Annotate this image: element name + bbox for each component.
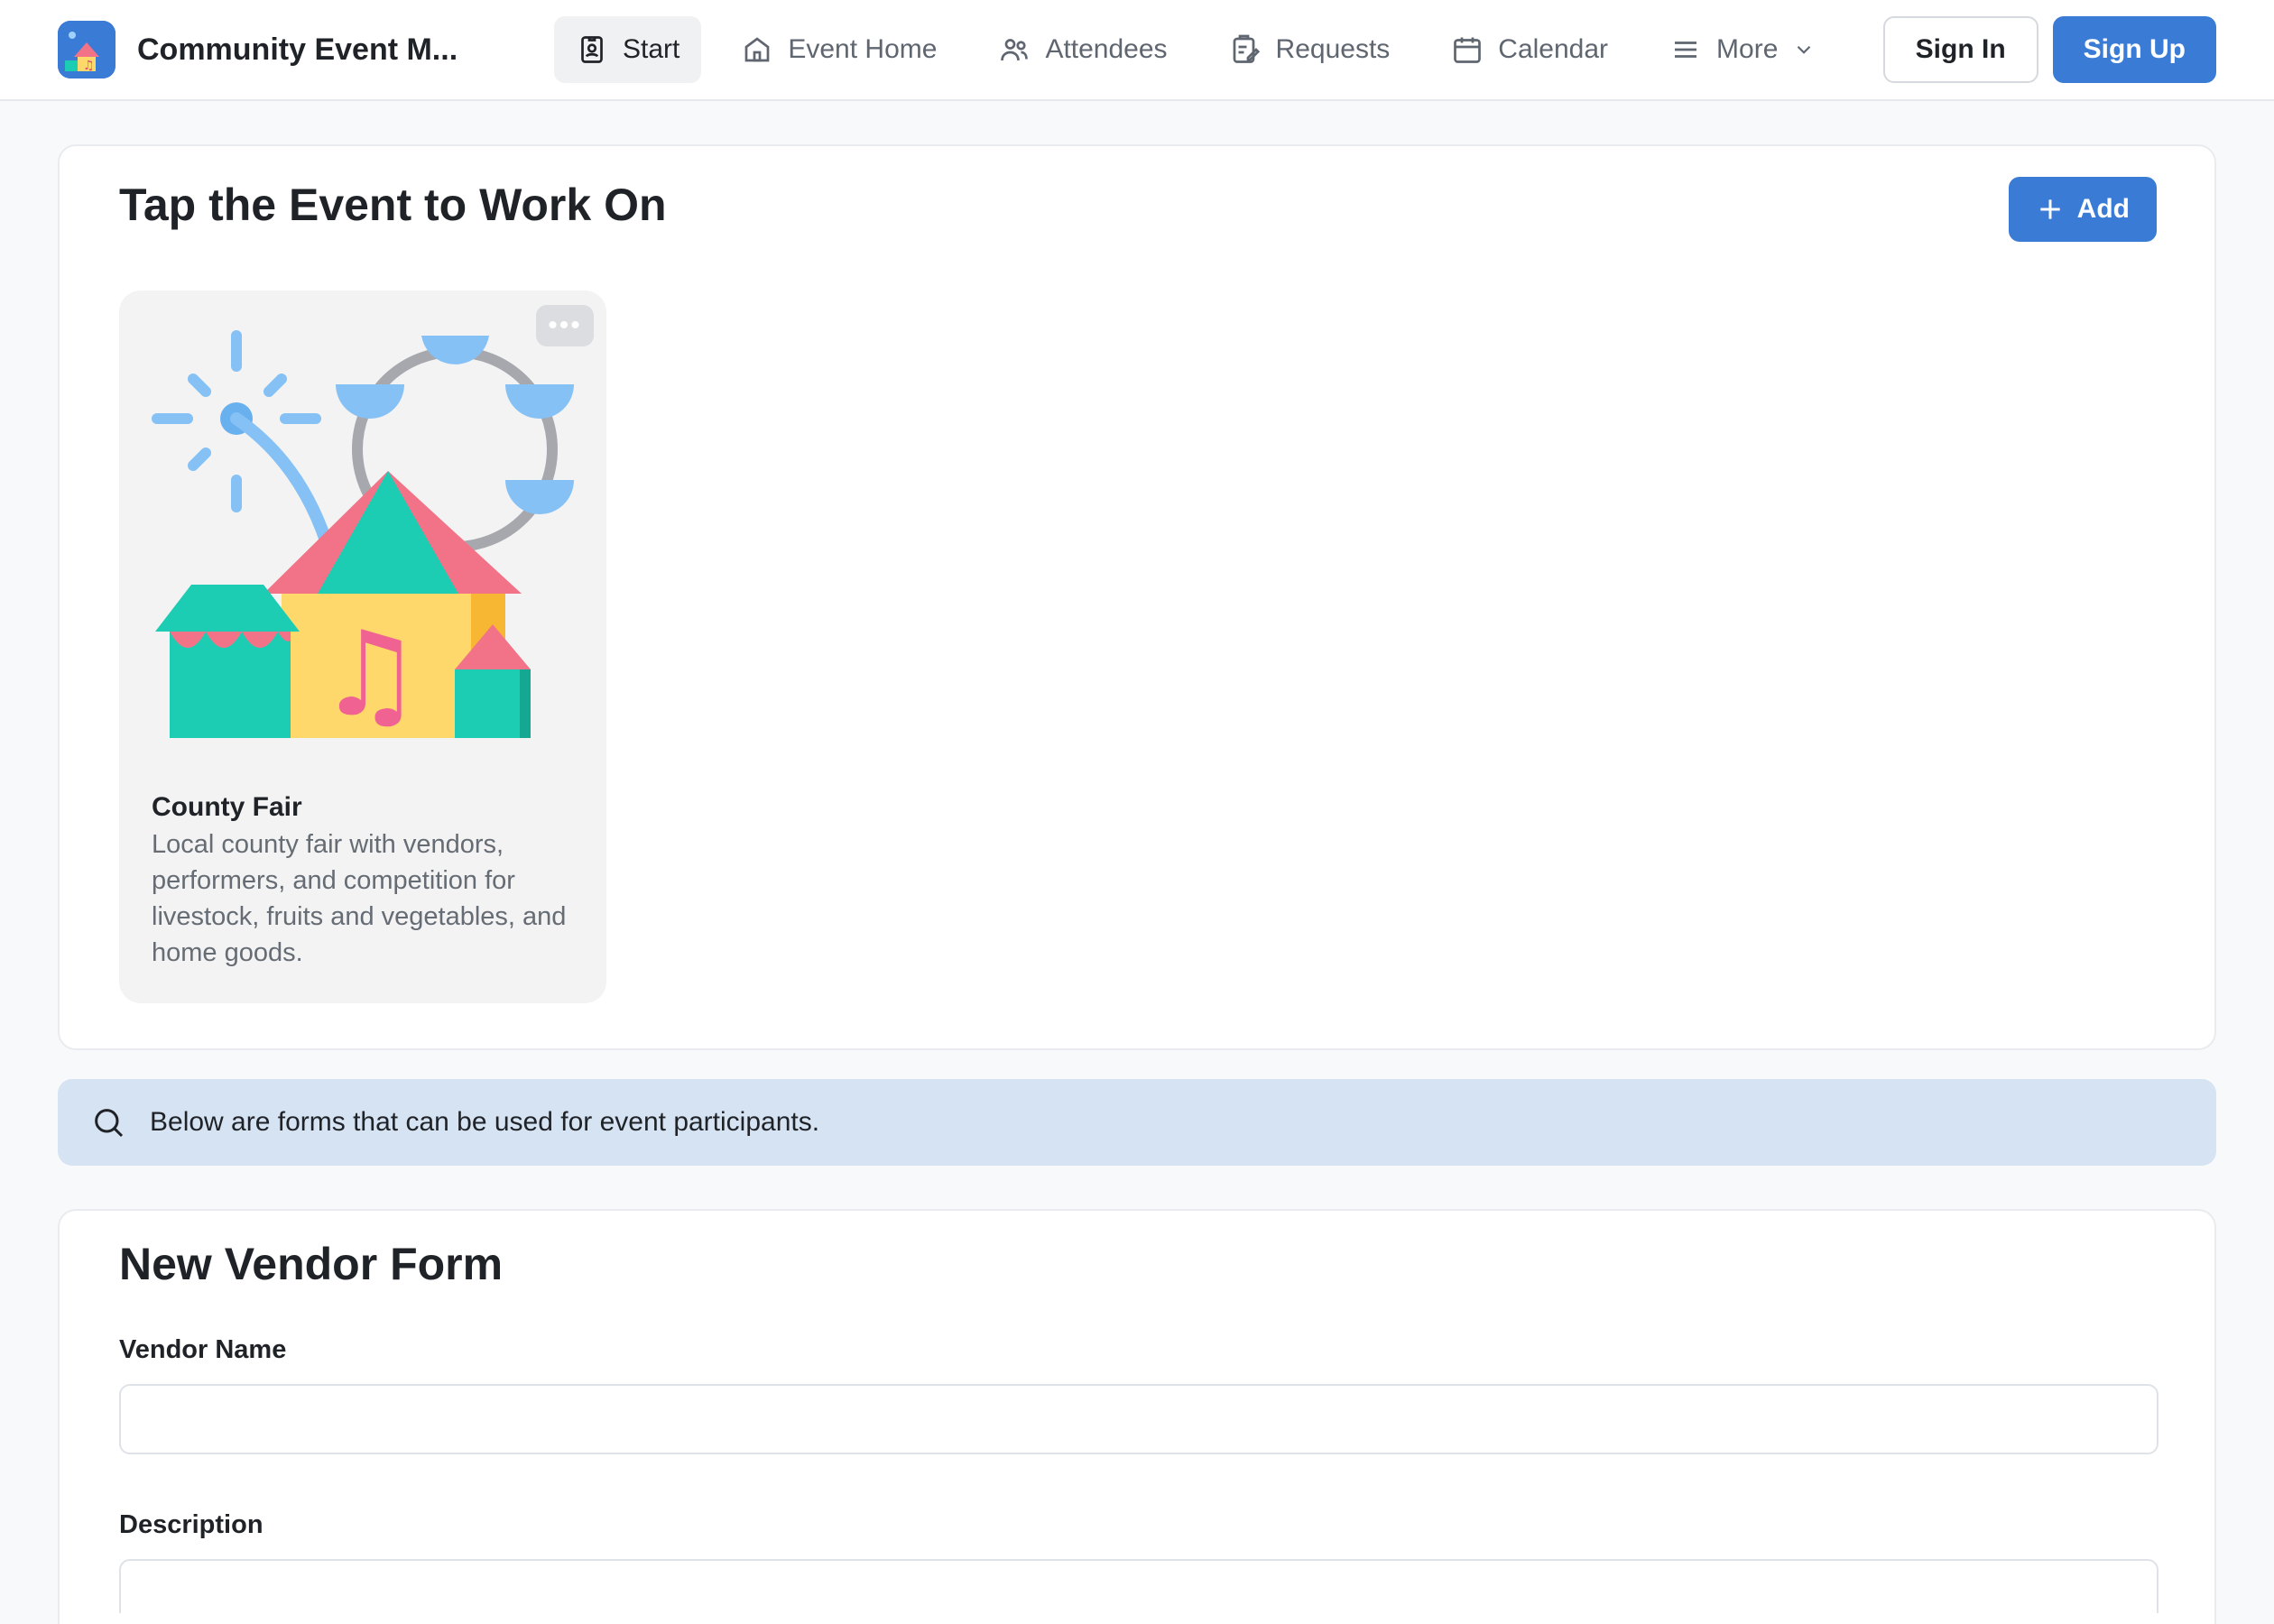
nav-item-label: Attendees	[1045, 34, 1168, 64]
clipboard-edit-icon	[1233, 34, 1260, 63]
form-title: New Vendor Form	[119, 1239, 504, 1289]
nav-item-label: More	[1716, 34, 1779, 64]
description-input[interactable]	[119, 1559, 2158, 1613]
nav-item-more[interactable]: More	[1648, 16, 1837, 83]
nav-item-label: Event Home	[788, 34, 938, 64]
vendor-name-label: Vendor Name	[119, 1335, 287, 1364]
info-banner: Below are forms that can be used for eve…	[58, 1079, 2216, 1166]
app-title: Community Event M...	[137, 32, 458, 67]
nav-item-label: Calendar	[1498, 34, 1609, 64]
search-icon	[95, 1109, 124, 1138]
auth-buttons: Sign In Sign Up	[1882, 16, 2216, 83]
nav-item-requests[interactable]: Requests	[1207, 16, 1412, 83]
svg-text:♫: ♫	[318, 605, 423, 743]
brand[interactable]: ♫ Community Event M...	[58, 21, 473, 78]
section-title: Tap the Event to Work On	[119, 180, 667, 230]
description-label: Description	[119, 1510, 263, 1539]
nav-item-calendar[interactable]: Calendar	[1429, 16, 1630, 83]
nav-item-event-home[interactable]: Event Home	[719, 16, 958, 83]
main-nav: Start Event Home Attendees Requests Cale…	[554, 16, 1883, 83]
sign-in-button[interactable]: Sign In	[1882, 16, 2038, 83]
info-banner-text: Below are forms that can be used for eve…	[150, 1107, 820, 1137]
vendor-form: New Vendor Form Vendor Name Description	[58, 1209, 2216, 1624]
app-logo-icon: ♫	[58, 21, 116, 78]
event-card[interactable]: ••• ♫ County Fair Local county fair with…	[119, 291, 606, 1003]
chevron-down-icon	[1798, 45, 1811, 54]
add-event-label: Add	[2076, 194, 2130, 224]
county-fair-illustration-icon: ♫	[152, 330, 574, 743]
sign-up-button[interactable]: Sign Up	[2052, 16, 2216, 83]
top-bar: ♫ Community Event M... Start Event Home …	[0, 0, 2274, 101]
nav-item-label: Requests	[1275, 34, 1391, 64]
nav-item-start[interactable]: Start	[554, 16, 702, 83]
add-event-button[interactable]: Add	[2008, 177, 2157, 242]
plus-icon	[2040, 199, 2060, 219]
events-section: Tap the Event to Work On Add ••• ♫ Count…	[58, 144, 2216, 1050]
svg-text:♫: ♫	[83, 59, 95, 73]
menu-icon	[1675, 42, 1697, 58]
nav-item-label: Start	[623, 34, 680, 64]
home-icon	[745, 37, 770, 62]
calendar-icon	[1454, 37, 1482, 63]
nav-item-attendees[interactable]: Attendees	[976, 16, 1188, 83]
event-description: Local county fair with vendors, performe…	[152, 830, 567, 967]
vendor-name-input[interactable]	[119, 1384, 2158, 1454]
users-icon	[1001, 39, 1029, 61]
contact-badge-icon	[581, 36, 603, 63]
event-name: County Fair	[152, 792, 302, 822]
